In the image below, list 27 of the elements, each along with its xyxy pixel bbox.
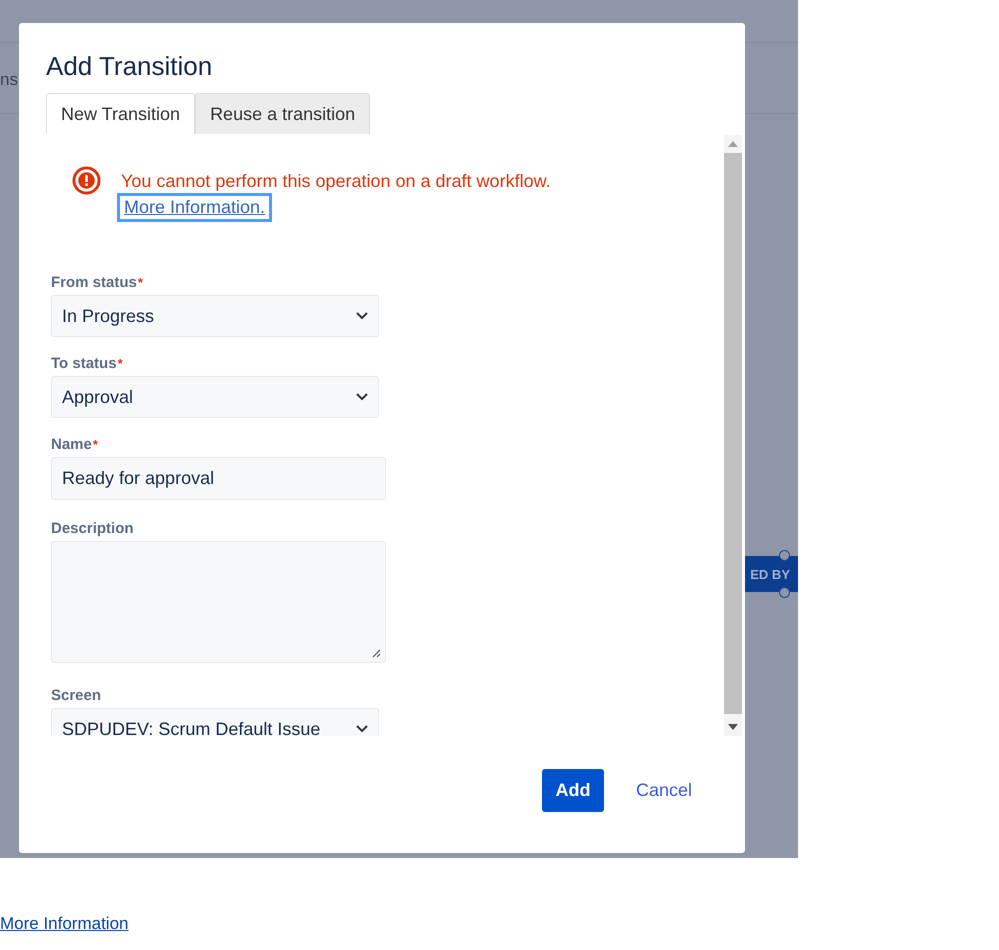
more-info-link[interactable]: More Information xyxy=(0,914,128,933)
scrollbar[interactable] xyxy=(724,135,742,736)
textarea-field[interactable] xyxy=(51,541,386,663)
add-button[interactable]: Add xyxy=(542,769,604,812)
input-field[interactable]: Ready for approval xyxy=(51,457,386,500)
field-label: Description xyxy=(51,520,135,538)
field-label: Name* xyxy=(51,436,99,454)
select-field[interactable]: In Progress xyxy=(51,295,379,337)
error-icon xyxy=(72,166,101,195)
tab-label: ns xyxy=(0,70,18,90)
scroll-up-icon[interactable] xyxy=(728,141,738,147)
scroll-down-icon[interactable] xyxy=(728,724,738,730)
resize-grip-icon[interactable] xyxy=(372,649,381,658)
more-info-link[interactable]: More Information. xyxy=(117,193,272,222)
cancel-button[interactable]: Cancel xyxy=(636,780,692,801)
field-label: From status* xyxy=(51,274,144,292)
field-label: Screen xyxy=(51,687,102,705)
field-label: To status* xyxy=(51,355,124,373)
chevron-down-icon xyxy=(356,393,368,401)
dialog-title: Add Transition xyxy=(46,50,214,82)
error-message: You cannot perform this operation on a draft workflow. xyxy=(121,170,551,193)
select-field[interactable]: SDPUDEV: Scrum Default Issue xyxy=(51,708,379,736)
chevron-down-icon xyxy=(356,312,368,320)
select-field[interactable]: Approval xyxy=(51,376,379,418)
tab[interactable]: Reuse a transition xyxy=(195,93,370,134)
chevron-down-icon xyxy=(356,725,368,733)
tab[interactable]: New Transition xyxy=(46,93,196,134)
